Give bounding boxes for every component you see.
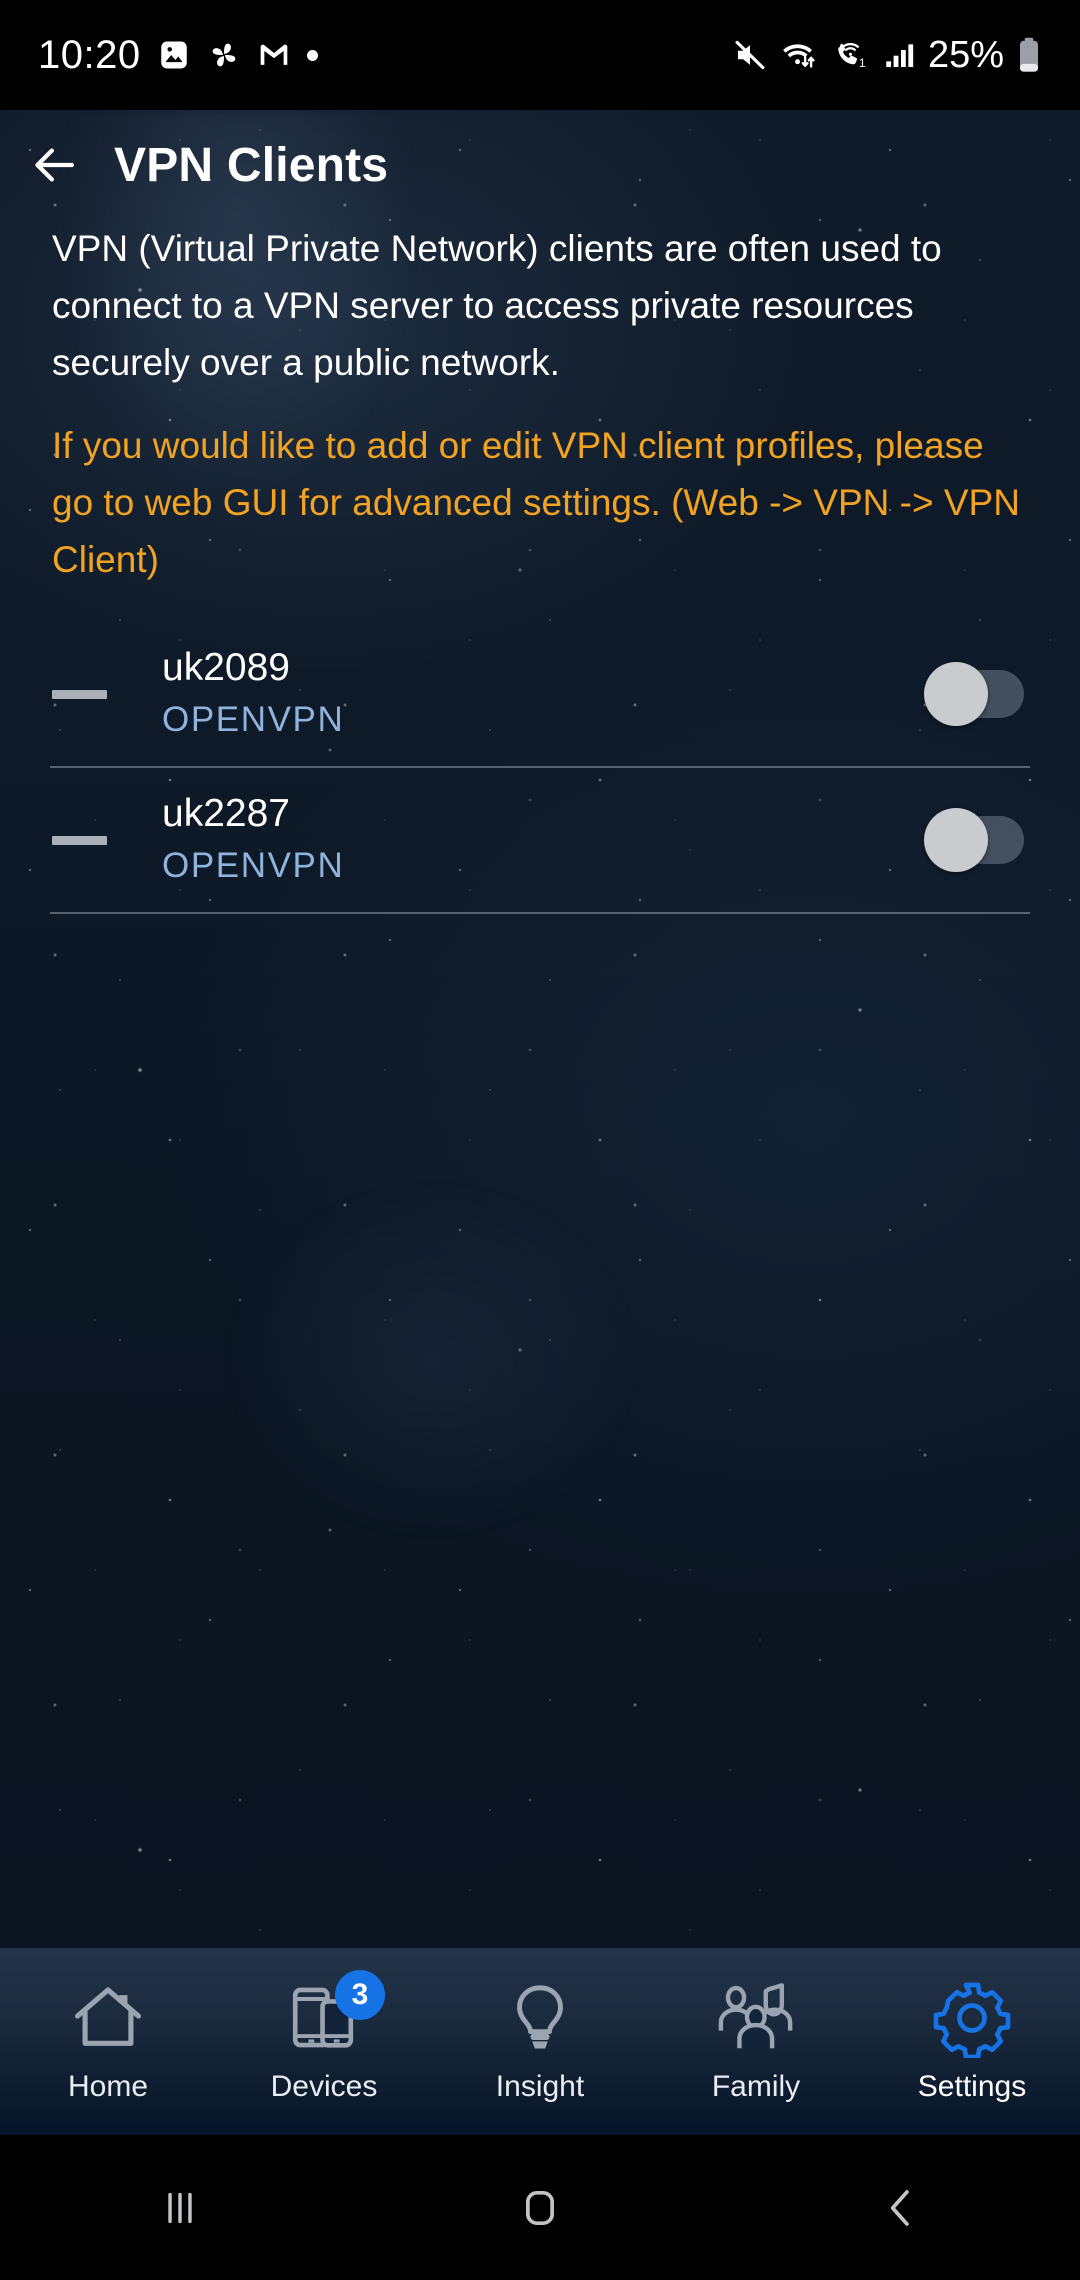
status-bar-right: 1 25% [732,34,1042,77]
toggle-thumb [924,662,988,726]
family-icon [718,1983,793,2049]
gallery-image-icon [160,41,187,69]
home-icon-wrap [69,1974,147,2062]
devices-icon-wrap: 3 [285,1970,385,2062]
back-arrow-icon [35,148,75,182]
vpn-client-info: uk2089 OPENVPN [162,643,930,745]
back-button-system[interactable] [720,2182,1080,2234]
mute-icon [735,40,765,70]
wifi-calling-icon: 1 [838,43,866,70]
family-icon-wrap [714,1974,798,2062]
vpn-client-toggle[interactable] [924,662,1024,726]
battery-icon [1019,37,1039,72]
vpn-status-icon-wrap [52,689,124,699]
devices-badge: 3 [335,1970,385,2020]
battery-percent-label: 25% [927,33,1004,76]
advanced-settings-note: If you would like to add or edit VPN cli… [52,425,1020,580]
vpn-client-toggle[interactable] [924,808,1024,872]
dash-icon [52,689,107,699]
vpn-client-row[interactable]: uk2089 OPENVPN [0,622,1080,766]
status-bar: 10:20 1 25% [0,0,1080,110]
bottom-navigation-bar: Home 3 Devices Insight Family Settings [0,1948,1080,2135]
status-bar-clock: 10:20 [38,32,141,77]
home-icon [74,1987,142,2046]
nav-item-home[interactable]: Home [0,1948,216,2135]
list-divider [50,912,1030,914]
nav-item-insight[interactable]: Insight [432,1948,648,2135]
recents-button[interactable] [0,2182,360,2234]
nav-label-insight: Insight [495,2070,585,2103]
lightbulb-icon-wrap [501,1974,579,2062]
cellular-signal-icon [886,44,914,68]
vpn-client-type: OPENVPN [162,700,345,739]
nav-label-devices: Devices [270,2070,378,2103]
main-content: VPN (Virtual Private Network) clients ar… [0,220,1080,914]
vpn-client-name: uk2287 [162,792,290,835]
svg-text:1: 1 [859,56,866,70]
app-bar: VPN Clients [0,110,1080,220]
wifi-icon [783,44,815,68]
pinwheel-icon [212,43,235,67]
nav-item-settings[interactable]: Settings [864,1948,1080,2135]
vpn-client-info: uk2287 OPENVPN [162,789,930,891]
gmail-icon [260,44,287,65]
page-title: VPN Clients [114,138,389,192]
recents-icon [168,2192,192,2223]
vpn-client-row[interactable]: uk2287 OPENVPN [0,768,1080,912]
gear-icon [933,1982,1011,2058]
android-system-nav [0,2135,1080,2280]
description-text: VPN (Virtual Private Network) clients ar… [52,228,942,383]
lightbulb-icon [517,1985,563,2049]
phone-screen: 10:20 1 25% VPN Clients VPN (Virtual Pri… [0,0,1080,2280]
toggle-thumb [924,808,988,872]
nav-label-family: Family [711,2070,801,2103]
home-square-icon [526,2190,554,2225]
nav-item-devices[interactable]: 3 Devices [216,1948,432,2135]
nav-label-home: Home [67,2070,149,2103]
back-chevron-icon [890,2189,909,2226]
notification-dot-icon [306,49,318,61]
vpn-status-icon-wrap [52,835,124,845]
dash-icon [52,835,107,845]
home-button[interactable] [360,2182,720,2234]
gear-icon-wrap [932,1974,1012,2062]
vpn-client-type: OPENVPN [162,846,345,885]
status-bar-left: 10:20 [38,33,318,78]
nav-item-family[interactable]: Family [648,1948,864,2135]
nav-label-settings: Settings [917,2070,1027,2103]
vpn-client-name: uk2089 [162,646,290,689]
vpn-client-list: uk2089 OPENVPN uk2287 OPENVPN [0,622,1080,914]
back-button[interactable] [0,110,110,220]
